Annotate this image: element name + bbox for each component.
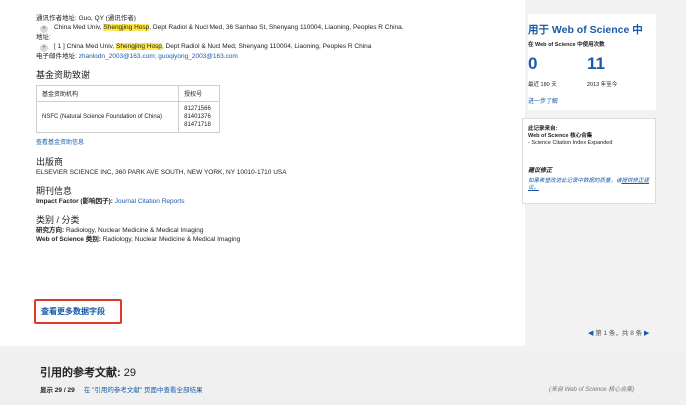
record-content: 通讯作者地址: Guo, QY (通讯作者) + China Med Univ, …: [35, 14, 506, 244]
email-link[interactable]: zhanlodn_2003@163.com; guoqiyong_2003@16…: [79, 53, 238, 60]
email-line: 电子邮件地址: zhanlodn_2003@163.com; guoqiyong…: [36, 52, 506, 61]
impact-factor-line: Impact Factor (影响因子): Journal Citation R…: [36, 197, 506, 206]
journal-title: 期刊信息: [36, 186, 73, 196]
address-line: + [ 1 ] China Med Univ, Shengjing Hosp, D…: [36, 42, 506, 52]
references-show-line: 显示 29 / 29 在 "引用的参考文献" 页面中查看全部结果: [40, 384, 202, 394]
expand-plus-icon[interactable]: +: [40, 44, 48, 52]
address-label: 地址:: [36, 34, 51, 41]
learn-more-link[interactable]: 进一步了解: [528, 96, 558, 105]
usage-count-180: 0: [528, 54, 538, 73]
source-collection: Web of Science 核心合集: [528, 133, 593, 139]
record-source: 此记录来自: Web of Science 核心合集 - Science Cit…: [528, 126, 648, 147]
grant-number: 81271566: [184, 106, 211, 112]
source-index: - Science Citation Index Expanded: [528, 140, 613, 146]
highlighted-term: Shengjing Hosp: [116, 43, 162, 50]
funding-title: 基金资助致谢: [36, 70, 91, 80]
email-label: 电子邮件地址:: [36, 53, 77, 60]
table-row: NSFC (Natural Science Foundation of Chin…: [35, 101, 220, 133]
pager-text: 第 1 条，共 8 条: [595, 330, 643, 337]
address-text-rest: , Dept Radiol & Nucl Med, Shenyang 11000…: [161, 43, 372, 50]
publisher-title: 出版商: [36, 157, 64, 167]
view-more-fields-link[interactable]: 查看更多数据字段: [41, 306, 105, 317]
grant-number: 81471718: [184, 122, 211, 128]
source-label: 此记录来自:: [528, 126, 558, 132]
corr-author-label: 通讯作者地址:: [36, 15, 77, 22]
funding-info-link[interactable]: 查看基金资助信息: [36, 139, 506, 148]
expand-plus-icon[interactable]: +: [40, 25, 48, 33]
funding-table: 基金资助机构 授权号 NSFC (Natural Science Foundat…: [35, 85, 220, 133]
corr-address-text-rest: , Dept Radiol & Nucl Med, 36 Sanhao St, …: [149, 24, 404, 31]
usage-caption-180: 最近 180 天: [528, 82, 557, 88]
record-pager: ◀ 第 1 条，共 8 条 ▶: [588, 327, 649, 337]
usage-count-2013: 11: [587, 54, 605, 73]
wos-category-line: Web of Science 类别: Radiology, Nuclear Me…: [36, 235, 506, 244]
usage-title: 用于 Web of Science 中: [528, 24, 643, 36]
research-area-line: 研究方向: Radiology, Nuclear Medicine & Medi…: [36, 226, 506, 235]
suggest-body: 如果希望改进此记录中数据的质量，请提供修正建议。: [528, 178, 650, 192]
corr-author-value: Guo, QY (通讯作者): [78, 15, 136, 22]
usage-subtitle: 在 Web of Science 中使用次数: [528, 42, 605, 48]
address-text: [ 1 ] China Med Univ,: [54, 43, 117, 50]
jcr-link[interactable]: Journal Citation Reports: [115, 198, 185, 205]
research-area-label: 研究方向:: [36, 227, 65, 234]
corr-address-text: China Med Univ,: [54, 24, 104, 31]
references-title: 引用的参考文献: 29: [40, 364, 136, 380]
usage-caption-2013: 2013 年至今: [587, 82, 618, 88]
highlighted-term: Shengjing Hosp: [103, 24, 150, 31]
corr-author-line: 通讯作者地址: Guo, QY (通讯作者): [36, 14, 506, 23]
references-label: 引用的参考文献:: [40, 367, 121, 379]
view-all-references-link[interactable]: 在 "引用的参考文献" 页面中查看全部结果: [84, 387, 203, 394]
next-record-icon[interactable]: ▶: [644, 330, 649, 337]
wos-category-value: Radiology, Nuclear Medicine & Medical Im…: [102, 236, 241, 243]
grant-number: 81401376: [184, 114, 211, 120]
references-shown: 显示 29 / 29: [40, 387, 75, 394]
grant-cell: 81271566 81401376 81471718: [178, 101, 220, 133]
wos-category-label: Web of Science 类别:: [36, 236, 101, 243]
research-area-value: Radiology, Nuclear Medicine & Medical Im…: [65, 227, 204, 234]
impact-factor-label: Impact Factor (影响因子):: [36, 198, 113, 205]
suggest-title: 建议修正: [528, 168, 553, 174]
prev-record-icon[interactable]: ◀: [588, 330, 593, 337]
agency-cell: NSFC (Natural Science Foundation of Chin…: [35, 101, 180, 133]
publisher-value: ELSEVIER SCIENCE INC, 360 PARK AVE SOUTH…: [36, 169, 287, 176]
col-agency: 基金资助机构: [35, 85, 180, 102]
corr-address-line: + China Med Univ, Shengjing Hosp, Dept Ra…: [36, 23, 506, 33]
suggest-text: 如果希望改进此记录中数据的质量，请: [528, 178, 622, 184]
category-title: 类别 / 分类: [36, 215, 80, 225]
col-grant: 授权号: [178, 85, 220, 102]
references-note: (来自 Web of Science 核心合集): [549, 387, 635, 393]
references-count: 29: [123, 367, 136, 379]
